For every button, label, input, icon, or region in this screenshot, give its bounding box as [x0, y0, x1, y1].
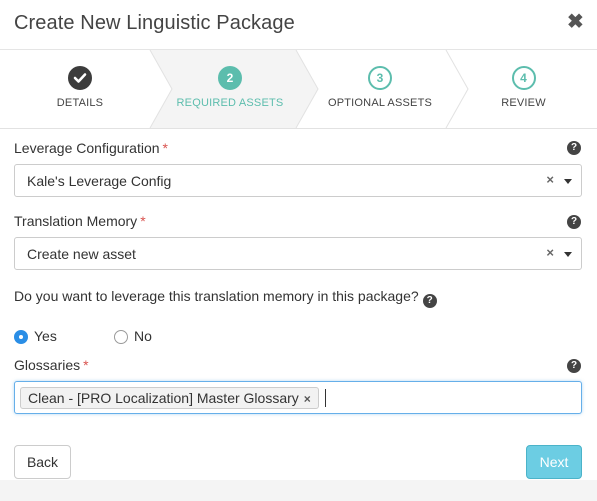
step-label: DETAILS — [56, 97, 104, 109]
leverage-question: Do you want to leverage this translation… — [14, 288, 437, 308]
check-svg — [73, 73, 87, 83]
translation-memory-label: Translation Memory * — [14, 213, 146, 229]
glossaries-label: Glossaries * — [14, 357, 89, 373]
next-button[interactable]: Next — [526, 445, 582, 479]
leverage-config-label: Leverage Configuration * — [14, 140, 168, 156]
glossaries-input[interactable]: Clean - [PRO Localization] Master Glossa… — [14, 381, 582, 414]
translation-memory-select[interactable]: Create new asset × — [14, 237, 582, 270]
step-required-assets[interactable]: 2 REQUIRED ASSETS — [150, 50, 310, 129]
step-number: 4 — [511, 66, 536, 90]
remove-tag-icon[interactable]: × — [304, 392, 311, 406]
close-icon[interactable]: ✖ — [567, 12, 584, 32]
required-marker: * — [140, 213, 146, 229]
step-label: REVIEW — [501, 97, 546, 109]
step-review[interactable]: 4 REVIEW — [450, 50, 597, 129]
help-icon[interactable]: ? — [567, 141, 581, 155]
footer-band — [0, 480, 597, 501]
radio-selected-icon[interactable] — [14, 330, 28, 344]
checkmark-icon — [68, 66, 92, 90]
step-label: OPTIONAL ASSETS — [327, 97, 433, 109]
translation-memory-value: Create new asset — [27, 246, 136, 262]
chevron-down-icon[interactable] — [564, 179, 572, 184]
chevron-down-icon[interactable] — [564, 252, 572, 257]
modal-header: Create New Linguistic Package ✖ — [0, 0, 597, 50]
glossary-tag-label: Clean - [PRO Localization] Master Glossa… — [28, 390, 299, 406]
radio-no-label: No — [134, 328, 152, 344]
text-cursor — [325, 389, 326, 407]
step-optional-assets[interactable]: 3 OPTIONAL ASSETS — [300, 50, 460, 129]
clear-icon[interactable]: × — [546, 172, 554, 187]
glossaries-label-text: Glossaries — [14, 357, 81, 373]
wizard-steps: DETAILS 2 REQUIRED ASSETS 3 OPTIONAL ASS… — [0, 50, 597, 129]
step-number: 2 — [218, 66, 242, 90]
required-marker: * — [162, 140, 168, 156]
back-button[interactable]: Back — [14, 445, 71, 479]
step-number: 3 — [368, 66, 392, 90]
required-marker: * — [83, 357, 89, 373]
leverage-config-value: Kale's Leverage Config — [27, 173, 172, 189]
radio-yes-label: Yes — [34, 328, 57, 344]
leverage-config-label-text: Leverage Configuration — [14, 140, 160, 156]
clear-icon[interactable]: × — [546, 245, 554, 260]
leverage-question-text: Do you want to leverage this translation… — [14, 288, 419, 304]
help-icon[interactable]: ? — [567, 215, 581, 229]
help-icon[interactable]: ? — [422, 294, 437, 308]
radio-unselected-icon[interactable] — [114, 330, 128, 344]
translation-memory-label-text: Translation Memory — [14, 213, 138, 229]
glossary-tag: Clean - [PRO Localization] Master Glossa… — [20, 387, 319, 409]
help-icon[interactable]: ? — [567, 359, 581, 373]
step-label: REQUIRED ASSETS — [176, 97, 284, 109]
leverage-config-select[interactable]: Kale's Leverage Config × — [14, 164, 582, 197]
modal-title: Create New Linguistic Package — [14, 12, 295, 34]
step-details[interactable]: DETAILS — [0, 50, 160, 129]
